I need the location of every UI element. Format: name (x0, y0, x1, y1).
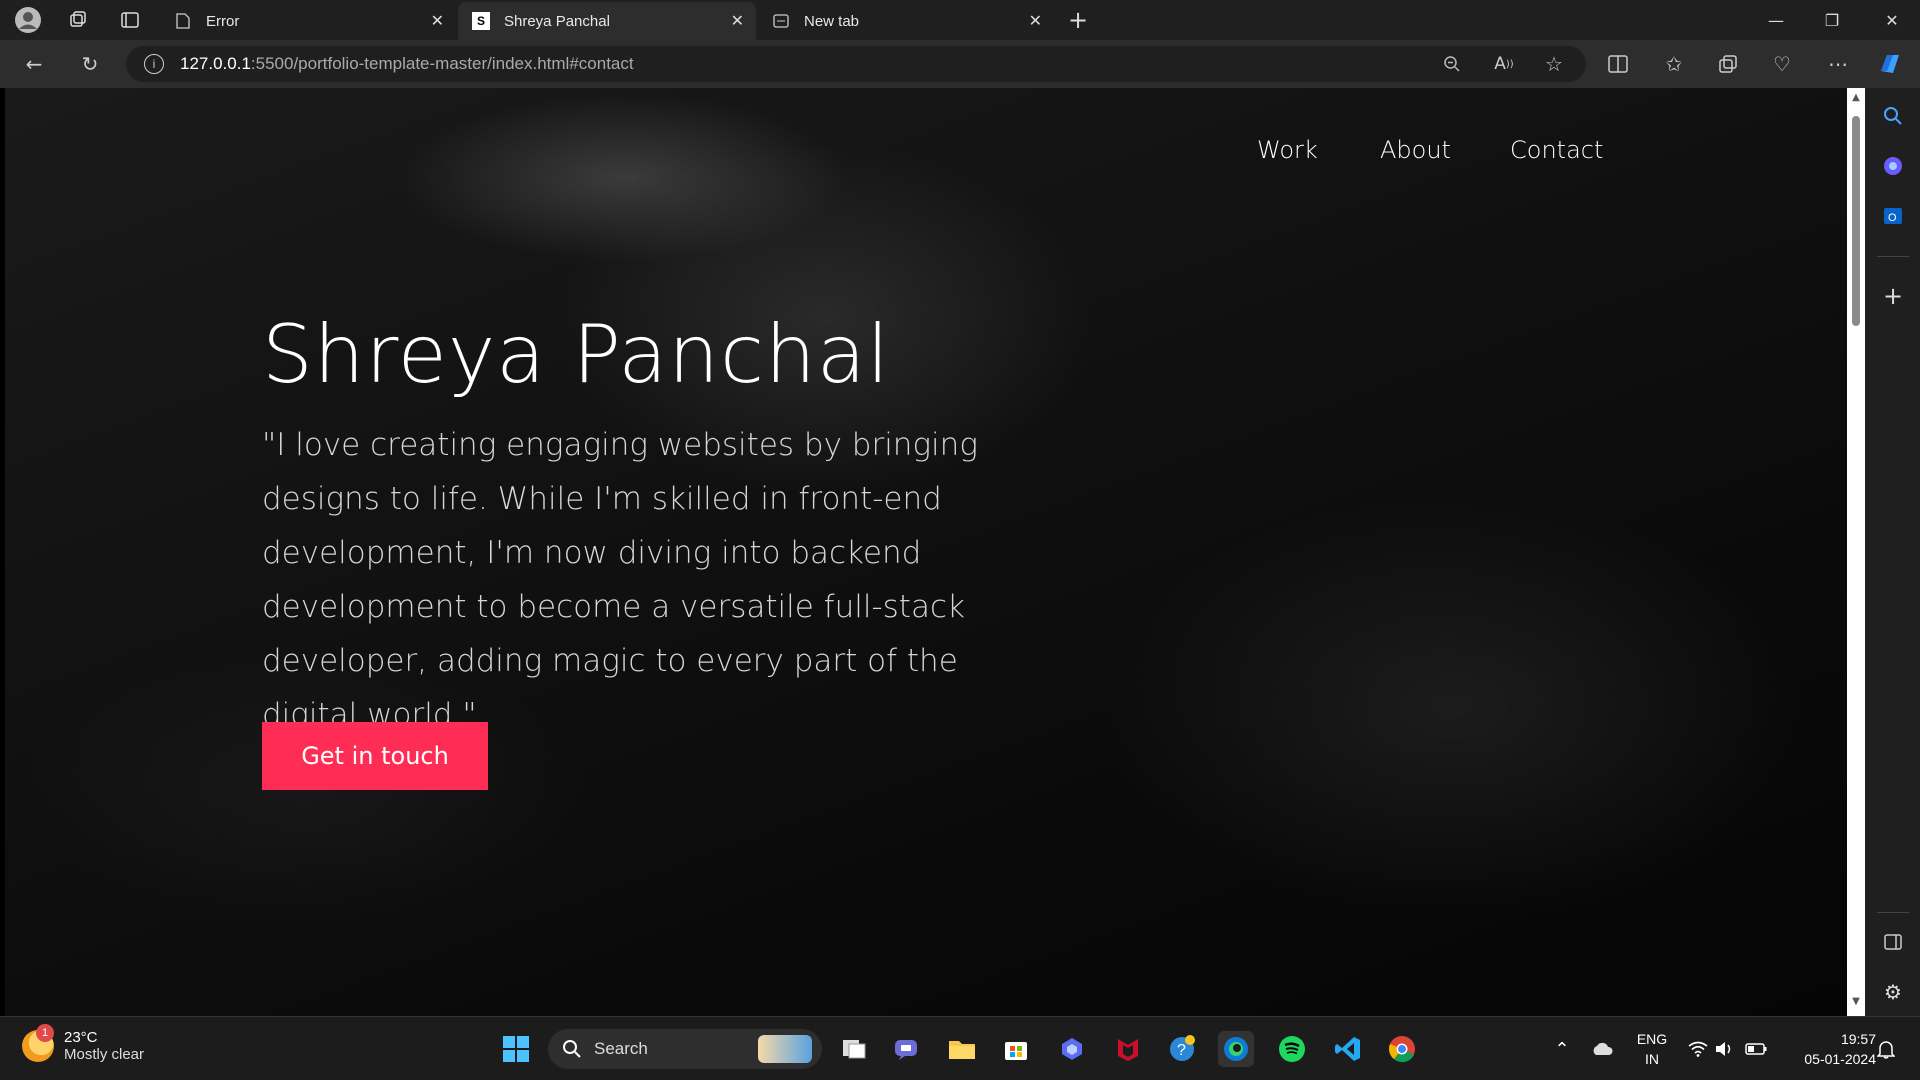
browser-tab-bar: Error ✕ S Shreya Panchal ✕ New tab ✕ + —… (0, 0, 1920, 40)
weather-desc: Mostly clear (64, 1046, 145, 1063)
workspaces-icon[interactable] (62, 4, 94, 36)
close-icon[interactable]: ✕ (731, 11, 744, 31)
browser-essentials-icon[interactable]: ♡ (1768, 50, 1796, 78)
page-icon (174, 12, 192, 30)
profile-icon[interactable] (12, 4, 44, 36)
search-label: Search (594, 1039, 648, 1058)
mcafee-icon[interactable] (1110, 1031, 1146, 1067)
battery-icon[interactable] (1738, 1031, 1774, 1067)
windows-start-icon[interactable] (498, 1031, 534, 1067)
settings-gear-icon[interactable]: ⚙ (1879, 978, 1907, 1006)
url-input[interactable]: i 127.0.0.1:5500/portfolio-template-mast… (126, 46, 1586, 82)
close-icon[interactable]: ✕ (431, 11, 444, 31)
volume-icon[interactable] (1706, 1031, 1742, 1067)
svg-text:?: ? (1177, 1042, 1186, 1059)
add-sidebar-app-icon[interactable]: + (1879, 282, 1907, 310)
teams-chat-icon[interactable] (888, 1031, 924, 1067)
weather-moon-icon: 1 (22, 1024, 54, 1062)
onedrive-icon[interactable] (1584, 1031, 1620, 1067)
address-bar: ← ↻ i 127.0.0.1:5500/portfolio-template-… (0, 40, 1920, 88)
page-scrollbar[interactable]: ▲ ▼ (1847, 88, 1865, 1016)
notification-bell-icon[interactable] (1868, 1031, 1904, 1067)
zoom-icon[interactable] (1438, 50, 1466, 78)
search-icon (563, 1040, 581, 1058)
svg-text:O: O (1888, 212, 1897, 224)
vscode-icon[interactable] (1330, 1031, 1366, 1067)
file-explorer-icon[interactable] (944, 1031, 980, 1067)
hide-sidebar-icon[interactable] (1879, 928, 1907, 956)
restore-icon[interactable]: ❐ (1804, 0, 1860, 40)
search-icon[interactable] (1879, 102, 1907, 130)
get-in-touch-button[interactable]: Get in touch (262, 722, 488, 790)
nav-contact[interactable]: Contact (1510, 136, 1603, 164)
split-screen-icon[interactable] (1604, 50, 1632, 78)
hero-quote: "I love creating engaging websites by br… (262, 427, 978, 733)
task-view-icon[interactable] (836, 1031, 872, 1067)
page-title: Shreya Panchal (262, 308, 890, 401)
help-icon[interactable]: ? (1164, 1031, 1200, 1067)
microsoft-store-icon[interactable] (998, 1031, 1034, 1067)
page-viewport: Work About Contact Shreya Panchal "I lov… (5, 88, 1847, 1016)
scrollbar-thumb[interactable] (1852, 116, 1860, 326)
more-options-icon[interactable]: ⋯ (1824, 50, 1852, 78)
scroll-down-arrow[interactable]: ▼ (1851, 996, 1861, 1007)
minimize-icon[interactable]: — (1748, 0, 1804, 40)
close-window-icon[interactable]: ✕ (1864, 0, 1920, 40)
nav-work[interactable]: Work (1257, 136, 1318, 164)
weather-widget[interactable]: 1 23°C Mostly clear (22, 1024, 145, 1063)
copilot-taskbar-icon[interactable] (1054, 1031, 1090, 1067)
new-tab-plus-icon[interactable]: + (1062, 4, 1094, 36)
tab-title: Error (206, 12, 240, 30)
site-favicon: S (472, 12, 490, 30)
close-icon[interactable]: ✕ (1029, 11, 1042, 31)
browser-sidebar: O + ⚙ (1865, 88, 1920, 1016)
copilot-sidebar-icon[interactable] (1879, 152, 1907, 180)
language-indicator[interactable]: ENG IN (1632, 1029, 1672, 1069)
tab-new-tab[interactable]: New tab ✕ (758, 2, 1054, 40)
weather-temp: 23°C (64, 1029, 98, 1046)
windows-taskbar: 1 23°C Mostly clear Search ? ⌃ ENG IN 19… (0, 1016, 1920, 1080)
outlook-icon[interactable]: O (1879, 202, 1907, 230)
chevron-up-icon[interactable]: ⌃ (1544, 1031, 1580, 1067)
spotify-icon[interactable] (1274, 1031, 1310, 1067)
taskbar-search[interactable]: Search (548, 1029, 822, 1069)
region-code: IN (1645, 1051, 1659, 1067)
refresh-icon[interactable]: ↻ (76, 50, 104, 78)
read-aloud-icon[interactable]: A)) (1490, 50, 1518, 78)
tab-title: New tab (804, 12, 860, 30)
weather-badge: 1 (36, 1024, 54, 1042)
newtab-icon (772, 12, 790, 30)
back-icon[interactable]: ← (20, 50, 48, 78)
copilot-icon[interactable] (1876, 50, 1904, 78)
language-code: ENG (1636, 1031, 1668, 1047)
sidebar-divider (1877, 256, 1909, 257)
nav-about[interactable]: About (1380, 136, 1451, 164)
clock[interactable]: 19:57 05-01-2024 (1776, 1029, 1876, 1069)
collections-icon[interactable] (1714, 50, 1742, 78)
site-info-icon[interactable]: i (144, 54, 164, 74)
favorite-star-icon[interactable]: ☆ (1540, 50, 1568, 78)
clock-date: 05-01-2024 (1804, 1051, 1876, 1067)
chrome-icon[interactable] (1384, 1031, 1420, 1067)
favorites-icon[interactable]: ✩ (1660, 50, 1688, 78)
url-path: :5500/portfolio-template-master/index.ht… (250, 54, 634, 73)
scroll-up-arrow[interactable]: ▲ (1851, 92, 1861, 103)
tab-shreya-panchal[interactable]: S Shreya Panchal ✕ (458, 2, 756, 40)
clock-time: 19:57 (1840, 1031, 1876, 1047)
tab-title: Shreya Panchal (504, 12, 610, 30)
url-host: 127.0.0.1 (180, 54, 251, 73)
search-highlight-icon (758, 1035, 812, 1063)
sidebar-divider (1877, 912, 1909, 913)
tab-error[interactable]: Error ✕ (160, 2, 456, 40)
edge-icon[interactable] (1218, 1031, 1254, 1067)
tab-actions-icon[interactable] (114, 4, 146, 36)
